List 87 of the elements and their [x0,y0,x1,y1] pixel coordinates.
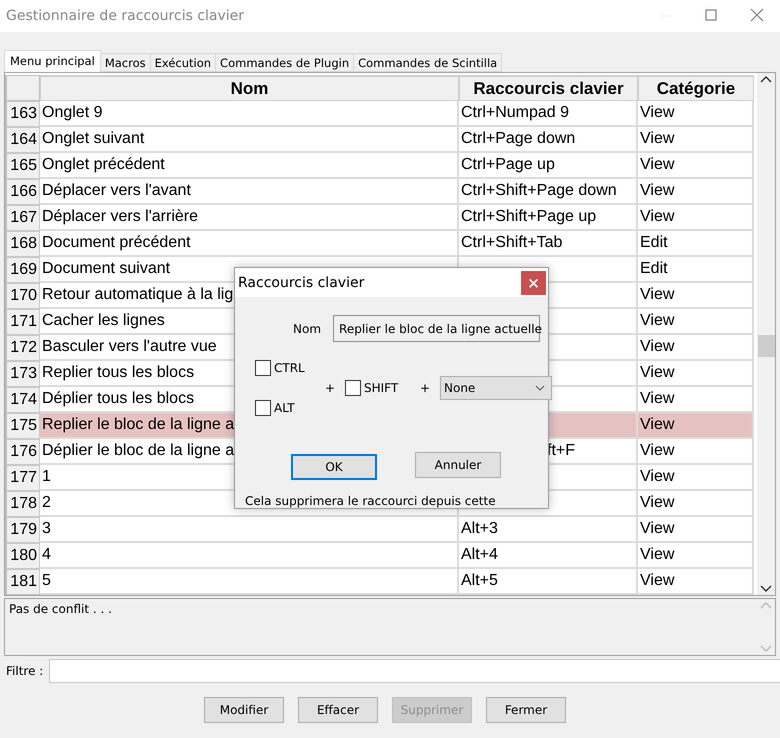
table-cell: Ctrl+Page down [459,127,638,153]
table-cell: View [638,335,754,361]
table-cell: Alt+3 [459,517,638,543]
table-cell: Onglet 9 [40,101,459,127]
column-header[interactable]: Nom [40,75,459,101]
row-number: 173 [5,361,40,387]
conflict-message: Pas de conflit . . . [8,601,113,618]
close-button[interactable]: × [521,270,546,294]
checkbox-label: ALT [274,401,295,415]
table-cell: View [638,517,754,543]
table-cell: View [638,413,754,439]
table-cell: View [638,361,754,387]
table-cell: 5 [40,569,459,595]
row-number: 164 [5,127,40,153]
dialog-button[interactable]: Modifier [204,697,284,723]
scroll-up-icon[interactable] [760,75,772,83]
table-cell: Onglet précédent [40,153,459,179]
table-cell: View [638,309,754,335]
table-cell: Ctrl+Shift+Page down [459,179,638,205]
name-label: Nom [293,322,322,336]
filter-field[interactable] [49,659,780,683]
header-corner [5,75,40,101]
row-number: 167 [5,205,40,231]
table-cell: View [638,127,754,153]
table-cell: View [638,491,754,517]
row-number: 178 [5,491,40,517]
tab[interactable]: Commandes de Scintilla [353,53,502,72]
table-cell: Ctrl+Shift+Page up [459,205,638,231]
key-dropdown[interactable]: None [440,376,552,400]
scrollbar-thumb[interactable] [758,335,774,357]
table-cell: 3 [40,517,459,543]
row-number: 169 [5,257,40,283]
tab[interactable]: Commandes de Plugin [215,53,354,72]
row-number: 180 [5,543,40,569]
table-cell: View [638,283,754,309]
table-cell: View [638,387,754,413]
window-title: Gestionnaire de raccourcis clavier [6,8,246,24]
row-number: 163 [5,101,40,127]
table-cell: View [638,543,754,569]
table-cell: Déplacer vers l'avant [40,179,459,205]
table-cell: Onglet suivant [40,127,459,153]
table-cell: Edit [638,257,754,283]
row-number: 177 [5,465,40,491]
row-number: 176 [5,439,40,465]
table-cell: View [638,439,754,465]
table-cell: View [638,205,754,231]
table-cell: Ctrl+Numpad 9 [459,101,638,127]
table-cell: View [638,179,754,205]
dialog-button[interactable]: Effacer [298,697,378,723]
row-number: 172 [5,335,40,361]
checkbox[interactable] [255,400,271,416]
checkbox[interactable] [345,380,361,396]
row-number: 179 [5,517,40,543]
checkbox-label: CTRL [274,361,305,375]
name-field[interactable]: Replier le bloc de la ligne actuelle [333,315,540,342]
row-number: 165 [5,153,40,179]
column-header[interactable]: Catégorie [638,75,754,101]
table-cell: Déplacer vers l'arrière [40,205,459,231]
table-cell: View [638,465,754,491]
row-number: 181 [5,569,40,595]
table-cell: Alt+4 [459,543,638,569]
table-cell: Ctrl+Page up [459,153,638,179]
dialog-button[interactable]: Annuler [415,452,501,478]
table-cell: 4 [40,543,459,569]
column-header[interactable]: Raccourcis clavier [459,75,638,101]
tab[interactable]: Menu principal [4,50,101,72]
row-number: 174 [5,387,40,413]
tab[interactable]: Exécution [150,53,216,72]
table-cell: View [638,569,754,595]
scroll-down-icon[interactable] [760,585,772,593]
table-cell: Document précédent [40,231,459,257]
table-cell: Edit [638,231,754,257]
row-number: 168 [5,231,40,257]
table-cell: View [638,153,754,179]
table-cell: Ctrl+Shift+Tab [459,231,638,257]
checkbox[interactable] [255,360,271,376]
row-number: 171 [5,309,40,335]
dialog-button[interactable]: Fermer [486,697,566,723]
row-number: 166 [5,179,40,205]
table-cell: View [638,101,754,127]
dialog-button[interactable]: OK [291,454,377,480]
tab[interactable]: Macros [100,53,151,72]
filter-label: Filtre : [6,664,44,678]
row-number: 170 [5,283,40,309]
row-number: 175 [5,413,40,439]
chevron-down-icon [535,385,545,391]
table-cell: Alt+5 [459,569,638,595]
